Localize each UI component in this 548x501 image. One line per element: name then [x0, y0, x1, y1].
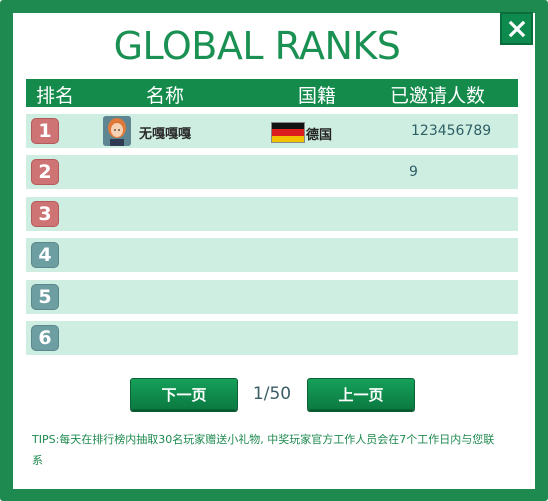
next-page-button[interactable]: 下一页 — [130, 378, 238, 410]
header-country: 国籍 — [298, 85, 337, 107]
table-row[interactable]: 3 — [26, 197, 518, 231]
tips-text: TIPS:每天在排行榜内抽取30名玩家赠送小礼物, 中奖玩家官方工作人员会在7个… — [32, 433, 495, 467]
rank-badge: 2 — [31, 159, 59, 185]
player-invites: 123456789 — [411, 123, 492, 139]
rank-badge: 3 — [31, 201, 59, 227]
player-avatar-icon — [103, 116, 131, 146]
rank-badge: 5 — [31, 284, 59, 310]
player-invites: 9 — [409, 164, 418, 180]
header-invites: 已邀请人数 — [390, 85, 486, 107]
table-header: 排名 名称 国籍 已邀请人数 — [26, 79, 518, 107]
prev-page-button[interactable]: 上一页 — [307, 378, 415, 410]
header-name: 名称 — [146, 85, 185, 107]
rank-badge: 6 — [31, 325, 59, 351]
player-name: 无嘎嘎嘎 — [139, 127, 192, 142]
table-row[interactable]: 1 无嘎嘎嘎 德国 123456789 — [26, 114, 518, 148]
germany-flag-icon — [272, 123, 304, 142]
table-row[interactable]: 2 9 — [26, 155, 518, 189]
table-row[interactable]: 4 — [26, 238, 518, 272]
rank-badge: 4 — [31, 242, 59, 268]
table-row[interactable]: 6 — [26, 321, 518, 355]
player-country: 德国 — [306, 128, 333, 143]
page-title: GLOBAL RANKS — [113, 24, 401, 68]
page-indicator: 1/50 — [252, 384, 292, 404]
header-rank: 排名 — [36, 85, 75, 107]
table-row[interactable]: 5 — [26, 280, 518, 314]
rank-badge: 1 — [31, 118, 59, 144]
